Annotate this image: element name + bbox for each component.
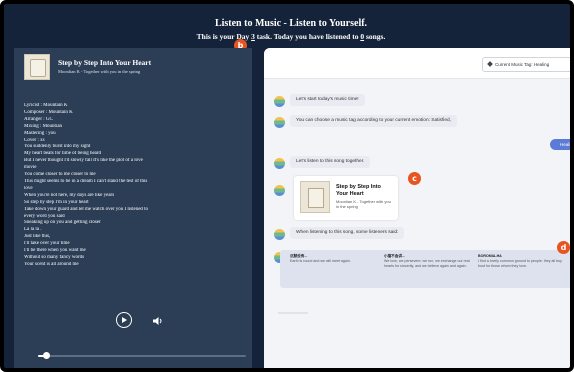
song-card[interactable]: Step by Step Into Your Heart Moonlian K … <box>294 176 398 220</box>
listener-comments: 沉默没有... Earth is round and we will meet … <box>280 250 570 288</box>
playback-progress-bar[interactable] <box>38 352 246 359</box>
user-reply: Healing <box>550 139 570 150</box>
app-window: Listen to Music - Listen to Yourself. Th… <box>0 0 574 372</box>
comment-text: We love, we persevere, we run, we exchan… <box>384 259 470 268</box>
lyric-line: So step by step I'm in your heart <box>24 199 89 205</box>
bot-avatar <box>274 158 285 169</box>
now-playing: Step by Step Into Your Heart Moonlian K … <box>24 54 250 82</box>
song-title: Step by Step Into Your Heart <box>58 58 152 67</box>
song-card-album-art <box>300 181 330 213</box>
comment-text: I find a lovely common ground to people:… <box>478 259 562 268</box>
lyrics-list: Lyricist : Mountain K Composer : Mountain… <box>24 103 252 269</box>
song-card-title: Step by Step Into Your Heart <box>336 184 381 197</box>
comment-card: 沉默没有... Earth is round and we will meet … <box>290 254 378 284</box>
page-title: Listen to Music - Listen to Yourself. <box>214 18 368 29</box>
lyric-line: love <box>24 185 33 191</box>
summary-mid: task. Today you have listened to <box>254 32 361 41</box>
lyric-line: movie <box>24 165 37 171</box>
lyric-line: every word you said <box>24 213 65 219</box>
lyric-line: Your scent is all around me <box>24 261 79 267</box>
bot-avatar <box>274 96 285 107</box>
lyric-line: My heart beats for time of being heard <box>24 151 102 157</box>
bot-avatar <box>274 117 285 128</box>
lyric-line: Arranger : GC <box>24 116 53 122</box>
annotation-badge-c: c <box>408 172 421 185</box>
comment-card: 小猫不会讲... We love, we persevere, we run, … <box>384 254 472 284</box>
typing-indicator <box>278 312 308 314</box>
bot-message: Let's listen to this song together. <box>290 156 371 168</box>
chat-toolbar: Current Music Tag: Healing <box>264 48 570 79</box>
lyric-line: Sneaking up on you and getting closer <box>24 220 101 226</box>
song-artist: Moonlian K - Together with you in the sp… <box>58 69 141 74</box>
tag-icon <box>487 61 493 67</box>
chat-panel: Current Music Tag: Healing Let's start t… <box>264 48 570 368</box>
music-tag-label: Current Music Tag: Healing <box>495 62 550 67</box>
bot-avatar <box>274 185 285 196</box>
lyric-line: Mixing : Mountian <box>24 123 63 129</box>
play-button[interactable] <box>116 312 132 328</box>
page-header: Listen to Music - Listen to Yourself. Th… <box>4 4 570 48</box>
comment-card: BOROMIA-HA I find a lovely common ground… <box>478 254 566 284</box>
song-card-artist: Moonlian K - Together with you in the sp… <box>336 199 391 209</box>
lyric-line: Just like this, <box>24 234 51 240</box>
volume-icon[interactable] <box>152 316 164 326</box>
annotation-badge-d: d <box>557 241 570 254</box>
lyric-line: When you're not here, my days are like y… <box>24 192 115 198</box>
summary-suffix: songs. <box>364 32 386 41</box>
lyric-line: Cover : xs <box>24 137 45 143</box>
lyric-line: Lyricist : Mountain K <box>24 103 68 108</box>
lyric-line: This might seems to be in a dream I can'… <box>24 178 148 184</box>
lyric-line: Mastering : you <box>24 130 56 136</box>
lyric-line: I'll take over your time <box>24 241 70 247</box>
bot-message: You can choose a music tag according to … <box>290 115 458 127</box>
lyric-line: But I never thought I'd slowly fall It's… <box>24 158 143 164</box>
lyric-line: Composer : Mountain K <box>24 109 73 115</box>
lyric-line: Take down your guard and let me watch ov… <box>24 206 149 212</box>
lyric-line: You suddenly burst into my sight <box>24 144 91 150</box>
play-icon <box>122 316 127 323</box>
music-player: Step by Step Into Your Heart Moonlian K … <box>14 48 252 368</box>
comment-text: Earth is round and we will meet again. <box>290 259 351 263</box>
lyric-line: Without so many fancy words <box>24 254 85 260</box>
music-tag-button[interactable]: Current Music Tag: Healing <box>482 57 570 72</box>
bot-message: Let's start today's music time! <box>290 94 365 106</box>
lyric-line: La la la . <box>24 227 42 233</box>
lyric-line: You come closer to me closer to me <box>24 172 96 178</box>
progress-summary: This is your Day 3 task. Today you have … <box>4 32 570 41</box>
bot-avatar <box>274 229 285 240</box>
bot-message: When listening to this song, some listen… <box>290 227 405 239</box>
lyric-line: I'll be there when you want me <box>24 248 86 254</box>
album-art <box>24 54 50 80</box>
